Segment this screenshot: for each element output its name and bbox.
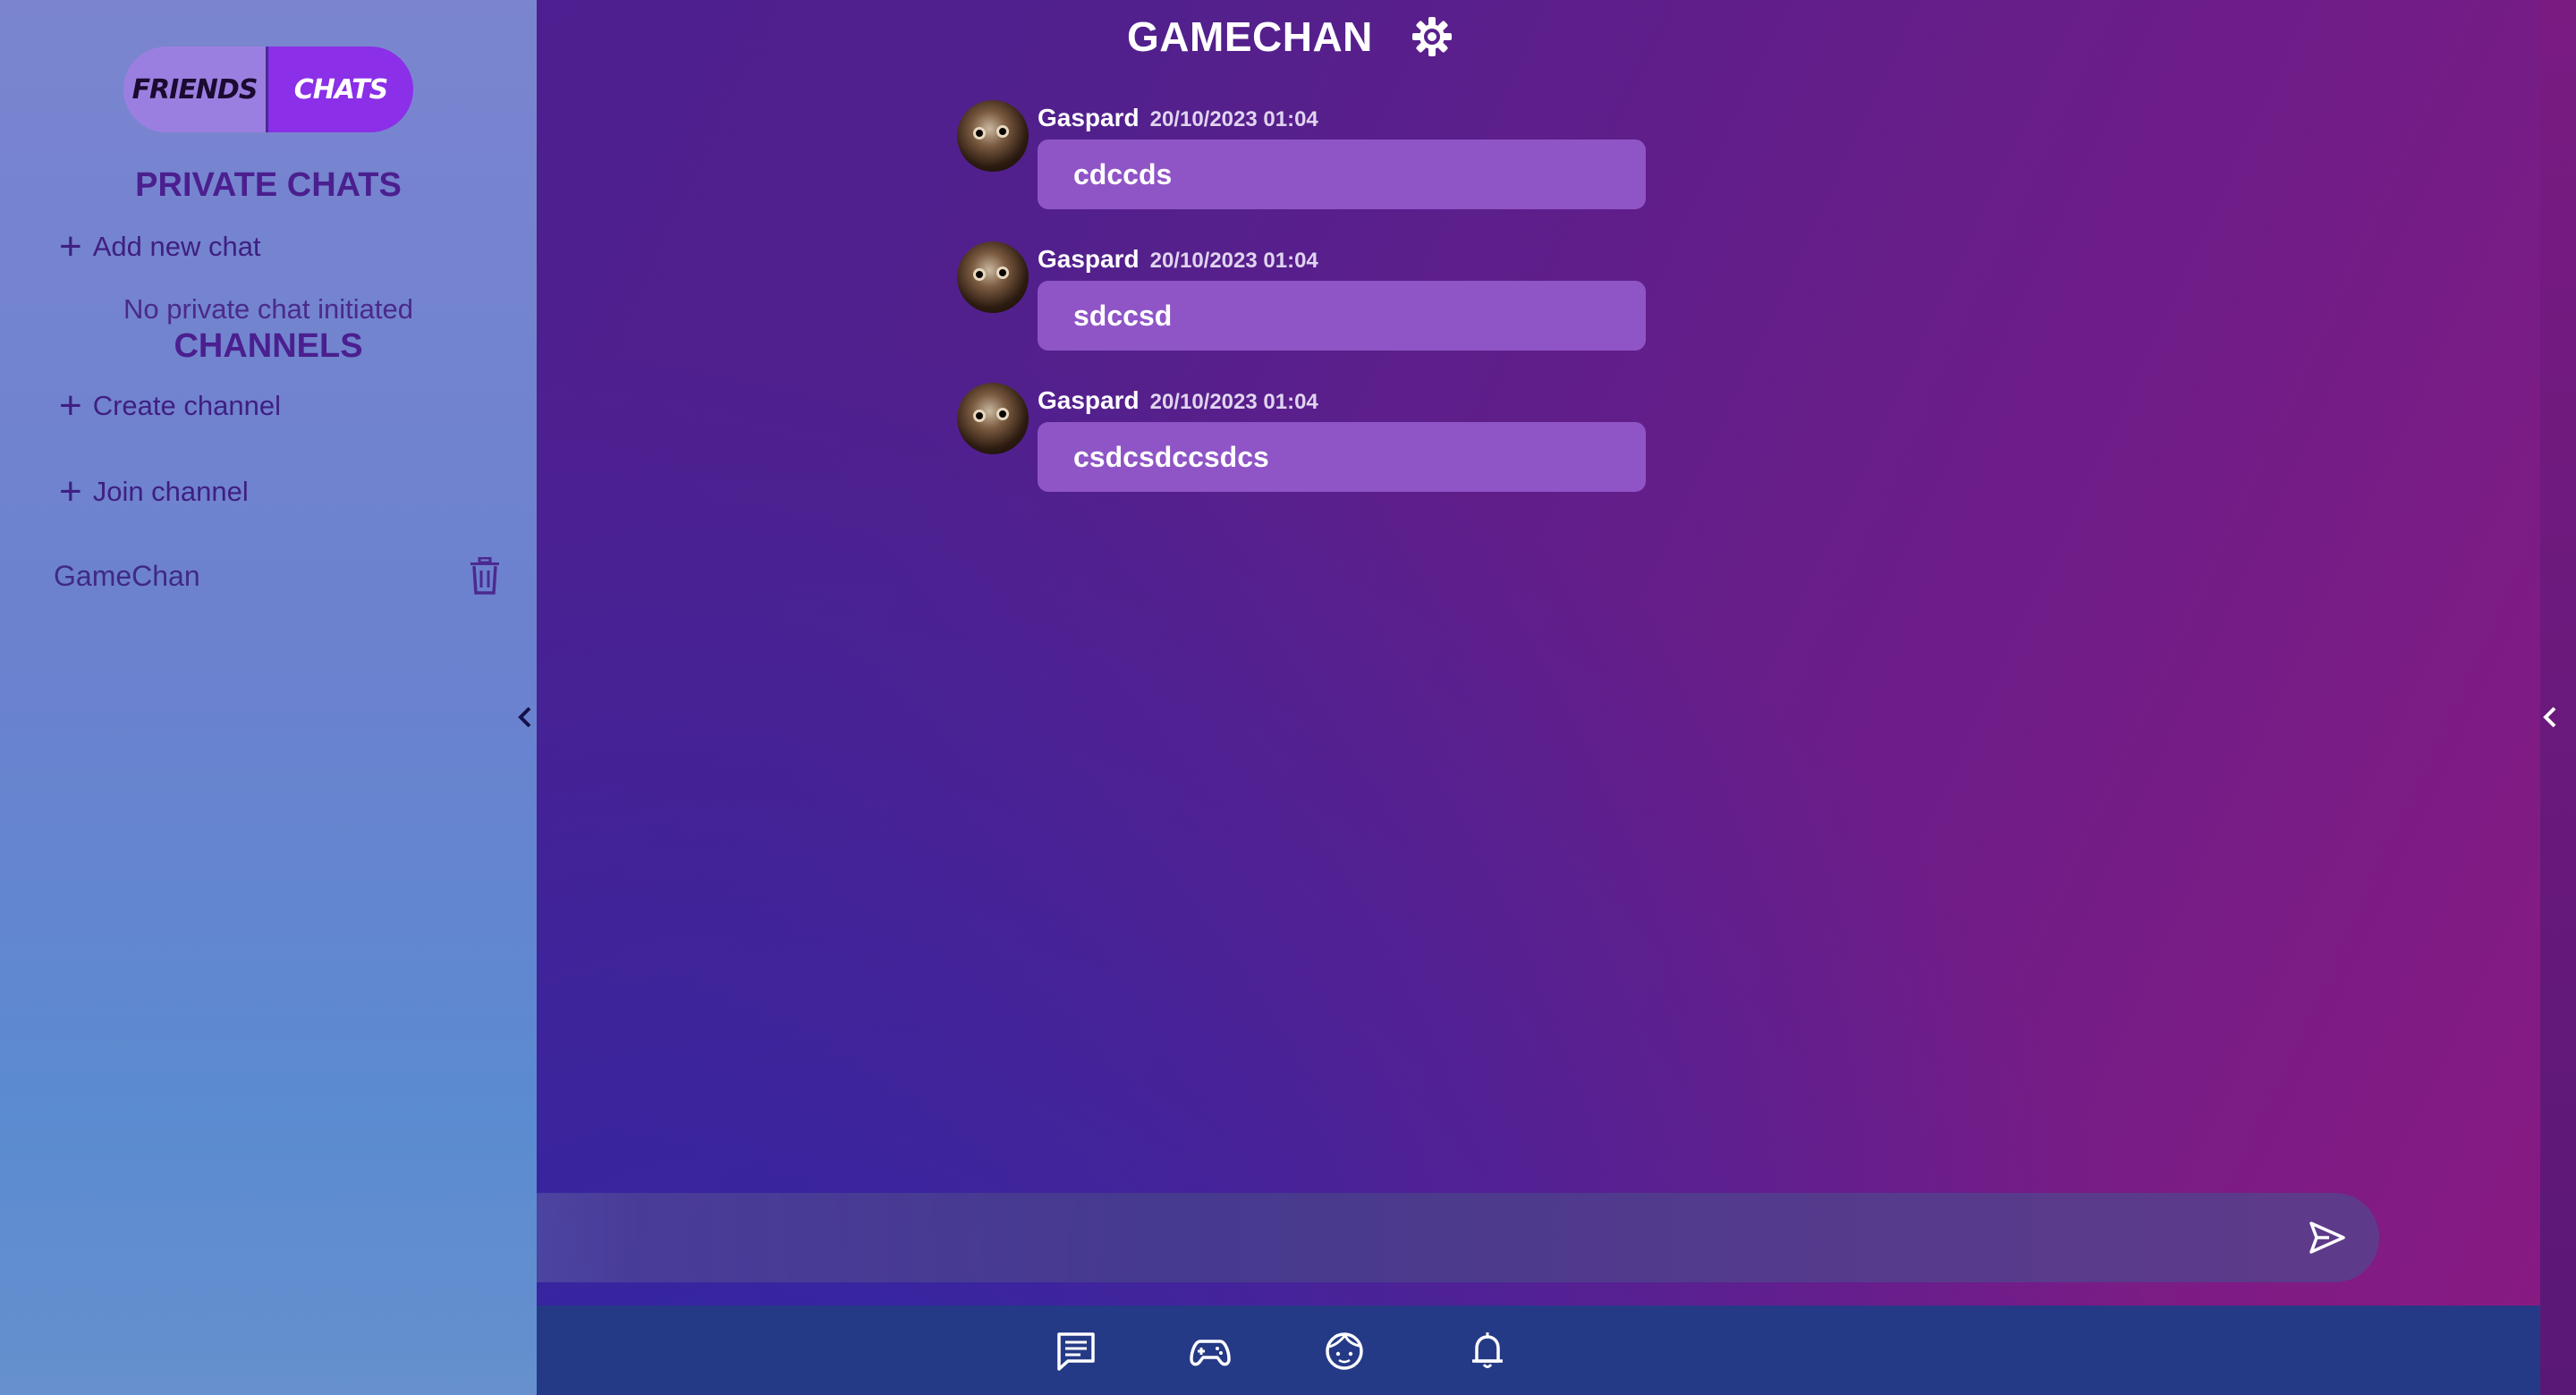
create-channel-button[interactable]: + Create channel: [59, 386, 281, 426]
right-panel-edge: [2540, 0, 2576, 1395]
private-chats-title: PRIVATE CHATS: [135, 166, 402, 204]
chats-tab[interactable]: CHATS: [268, 46, 413, 132]
profile-face-icon[interactable]: [1324, 1331, 1365, 1372]
message-bubble: csdcsdccsdcs: [1038, 422, 1646, 492]
sidebar: FRIENDS CHATS PRIVATE CHATS + Add new ch…: [0, 0, 537, 1395]
message-author: Gaspard: [1038, 386, 1140, 414]
join-channel-button[interactable]: + Join channel: [59, 472, 249, 512]
plus-icon: +: [59, 224, 82, 268]
channel-title: GAMECHAN: [1127, 13, 1373, 60]
collapse-sidebar-icon[interactable]: [513, 703, 537, 731]
friends-chats-toggle: FRIENDS CHATS: [123, 46, 413, 132]
plus-icon: +: [59, 384, 82, 427]
chat-icon[interactable]: [1055, 1331, 1097, 1372]
send-icon[interactable]: [2308, 1218, 2347, 1257]
message-bubble: cdccds: [1038, 140, 1646, 209]
channels-title: CHANNELS: [174, 327, 363, 365]
message-author: Gaspard: [1038, 245, 1140, 273]
add-new-chat-button[interactable]: + Add new chat: [59, 227, 261, 266]
avatar[interactable]: [957, 100, 1029, 172]
expand-right-panel-icon[interactable]: [2538, 703, 2562, 731]
bell-icon[interactable]: [1467, 1331, 1508, 1372]
message-item: Gaspard 20/10/2023 01:04 cdccds: [957, 100, 1646, 225]
gamepad-icon[interactable]: [1190, 1331, 1231, 1372]
message-timestamp: 20/10/2023 01:04: [1149, 390, 1318, 414]
message-item: Gaspard 20/10/2023 01:04 sdccsd: [957, 241, 1646, 367]
no-private-chat-text: No private chat initiated: [123, 293, 413, 325]
message-item: Gaspard 20/10/2023 01:04 csdcsdccsdcs: [957, 383, 1646, 508]
plus-icon: +: [59, 469, 82, 513]
bottom-nav: [537, 1306, 2540, 1395]
message-bubble: sdccsd: [1038, 281, 1646, 351]
trash-icon[interactable]: [469, 557, 501, 595]
message-timestamp: 20/10/2023 01:04: [1149, 107, 1318, 131]
channel-item-gamechan[interactable]: GameChan: [54, 554, 501, 597]
message-author: Gaspard: [1038, 104, 1140, 131]
channel-name: GameChan: [54, 559, 200, 592]
avatar[interactable]: [957, 241, 1029, 313]
message-input[interactable]: [250, 1193, 2218, 1282]
avatar[interactable]: [957, 383, 1029, 454]
channel-header: GAMECHAN: [1127, 13, 1453, 61]
join-channel-label: Join channel: [92, 476, 249, 507]
add-new-chat-label: Add new chat: [92, 231, 261, 262]
gear-icon[interactable]: [1411, 15, 1453, 58]
friends-tab[interactable]: FRIENDS: [123, 46, 268, 132]
message-timestamp: 20/10/2023 01:04: [1149, 249, 1318, 273]
create-channel-label: Create channel: [92, 390, 281, 421]
